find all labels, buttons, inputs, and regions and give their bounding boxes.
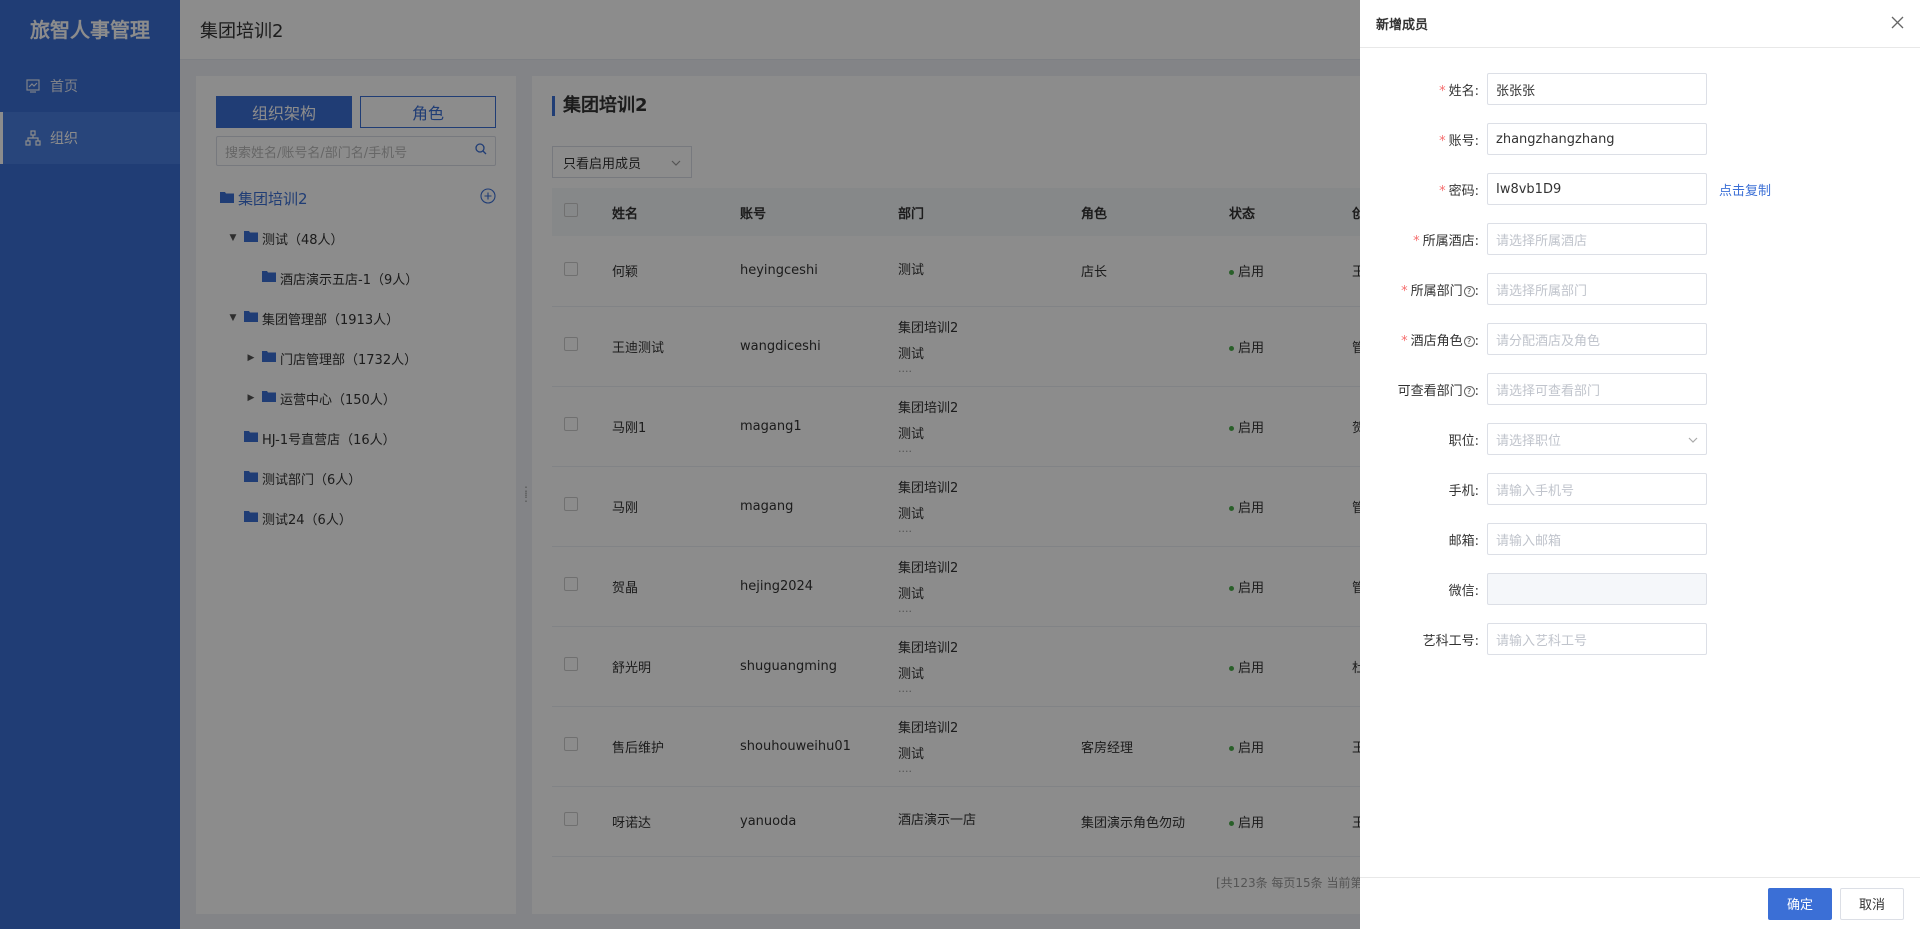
password-field[interactable]: Iw8vb1D9 — [1487, 173, 1707, 205]
phone-field[interactable]: 请输入手机号 — [1487, 473, 1707, 505]
help-icon[interactable]: ? — [1463, 335, 1475, 347]
field-label: * 酒店角色?: — [1401, 333, 1479, 349]
dept-select[interactable]: 请选择所属部门 — [1487, 273, 1707, 305]
position-placeholder: 请选择职位 — [1496, 433, 1562, 449]
position-select[interactable]: 请选择职位 — [1487, 423, 1707, 455]
form-row-hotel-role: * 酒店角色?: 请分配酒店及角色 — [1360, 314, 1920, 364]
name-field[interactable]: 张张张 — [1487, 73, 1707, 105]
field-label: 邮箱: — [1448, 533, 1479, 549]
drawer-footer: 确定 取消 — [1360, 877, 1920, 929]
view-dept-select[interactable]: 请选择可查看部门 — [1487, 373, 1707, 405]
form-row-dept: * 所属部门?: 请选择所属部门 — [1360, 264, 1920, 314]
field-label: * 账号: — [1439, 133, 1479, 149]
copy-password-link[interactable]: 点击复制 — [1719, 180, 1771, 199]
member-form: * 姓名: 张张张 * 账号: zhangzhangzhang * 密码: Iw8vb… — [1360, 48, 1920, 664]
form-row-email: 邮箱: 请输入邮箱 — [1360, 514, 1920, 564]
field-label: 手机: — [1448, 483, 1479, 499]
field-label: * 所属部门?: — [1401, 283, 1479, 299]
field-label: * 所属酒店: — [1413, 233, 1479, 249]
hotel-select[interactable]: 请选择所属酒店 — [1487, 223, 1707, 255]
account-field[interactable]: zhangzhangzhang — [1487, 123, 1707, 155]
confirm-button[interactable]: 确定 — [1768, 887, 1832, 920]
form-row-password: * 密码: Iw8vb1D9 点击复制 — [1360, 164, 1920, 214]
drawer-title: 新增成员 — [1376, 18, 1429, 33]
field-label: * 姓名: — [1439, 83, 1479, 99]
form-row-yike-id: 艺科工号: 请输入艺科工号 — [1360, 614, 1920, 664]
field-label: 可查看部门?: — [1397, 383, 1479, 399]
yike-id-field[interactable]: 请输入艺科工号 — [1487, 623, 1707, 655]
field-label: 职位: — [1448, 433, 1479, 449]
form-row-view-dept: 可查看部门?: 请选择可查看部门 — [1360, 364, 1920, 414]
wechat-field — [1487, 573, 1707, 605]
add-member-drawer: 新增成员 * 姓名: 张张张 * 账号: zhangzhangzhang * 密码: … — [1360, 0, 1920, 929]
close-icon[interactable] — [1891, 14, 1904, 33]
drawer-header: 新增成员 — [1360, 0, 1920, 48]
hotel-role-select[interactable]: 请分配酒店及角色 — [1487, 323, 1707, 355]
form-row-phone: 手机: 请输入手机号 — [1360, 464, 1920, 514]
cancel-button[interactable]: 取消 — [1840, 887, 1904, 920]
field-label: 艺科工号: — [1422, 633, 1479, 649]
field-label: 微信: — [1448, 583, 1479, 599]
email-field[interactable]: 请输入邮箱 — [1487, 523, 1707, 555]
help-icon[interactable]: ? — [1463, 285, 1475, 297]
help-icon[interactable]: ? — [1463, 385, 1475, 397]
form-row-name: * 姓名: 张张张 — [1360, 64, 1920, 114]
form-row-wechat: 微信: — [1360, 564, 1920, 614]
chevron-down-icon — [1688, 432, 1698, 447]
form-row-hotel: * 所属酒店: 请选择所属酒店 — [1360, 214, 1920, 264]
form-row-account: * 账号: zhangzhangzhang — [1360, 114, 1920, 164]
field-label: * 密码: — [1439, 183, 1479, 199]
form-row-position: 职位: 请选择职位 — [1360, 414, 1920, 464]
